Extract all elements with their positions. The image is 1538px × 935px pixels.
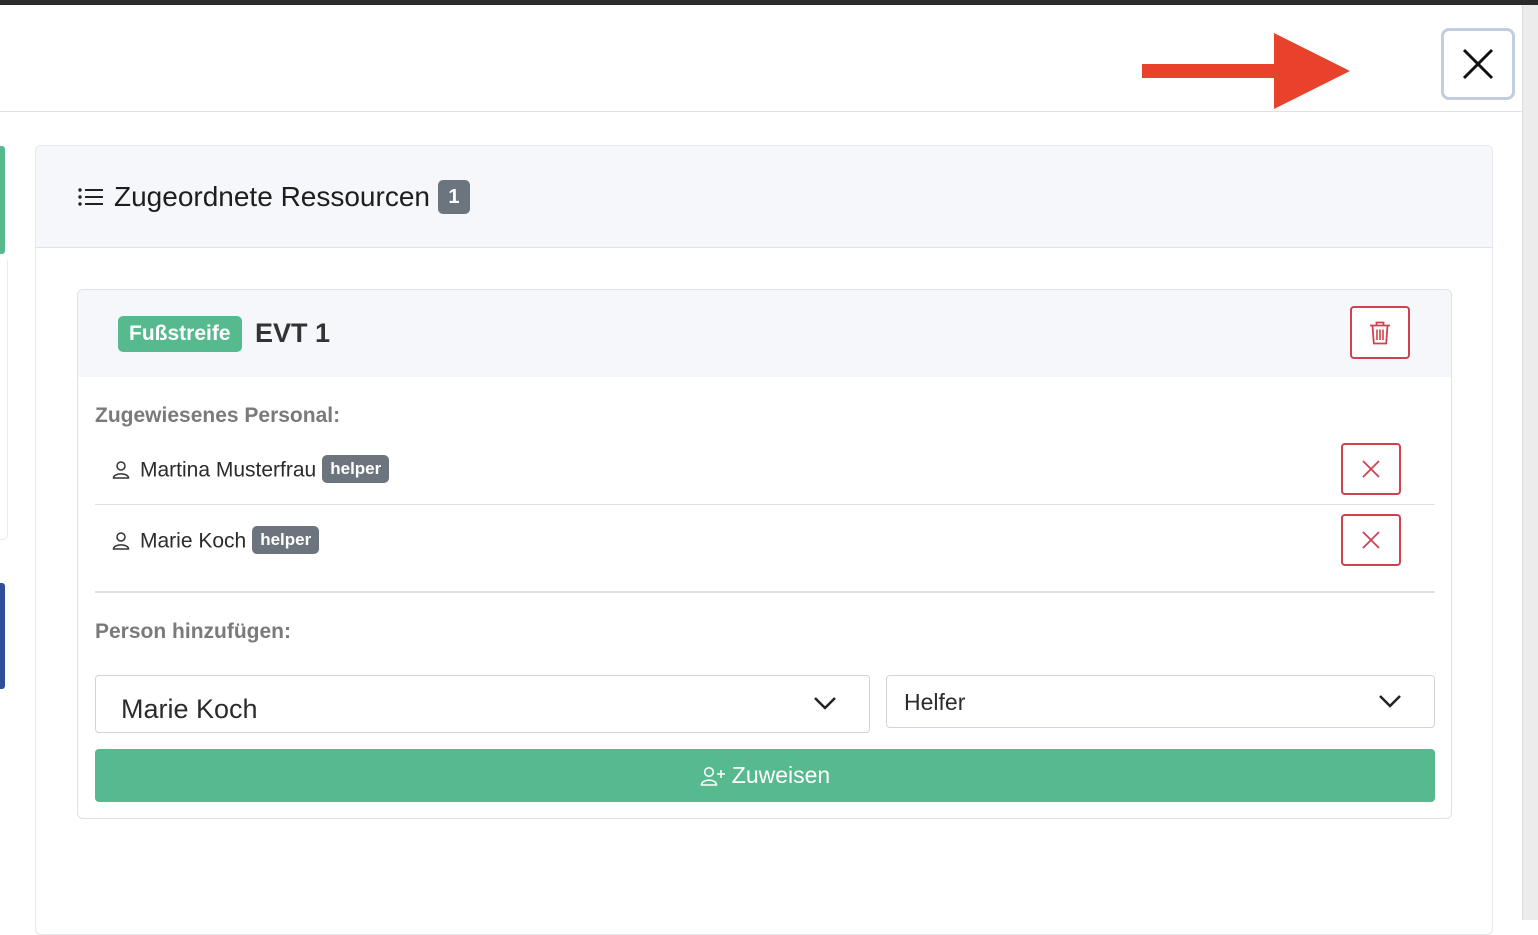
trash-icon xyxy=(1370,321,1390,344)
list-icon xyxy=(78,187,103,206)
resource-count-badge: 1 xyxy=(437,179,470,214)
personnel-role-badge: helper xyxy=(252,526,320,554)
personnel-role-badge: helper xyxy=(322,455,390,483)
role-select[interactable]: Helfer xyxy=(886,675,1435,728)
background-card-edge xyxy=(0,146,5,254)
person-select[interactable]: Marie Koch xyxy=(95,675,870,733)
x-icon xyxy=(1362,531,1380,549)
scrollbar[interactable] xyxy=(1522,5,1538,920)
add-person-label: Person hinzufügen: xyxy=(95,620,291,643)
person-select-value: Marie Koch xyxy=(121,694,258,724)
personnel-row: Martina Musterfrau helper xyxy=(95,434,1435,505)
person-add-icon xyxy=(700,766,725,786)
x-icon xyxy=(1362,460,1380,478)
background-card-edge xyxy=(0,583,5,689)
background-card-edge xyxy=(0,260,8,540)
chevron-down-icon xyxy=(1379,695,1401,708)
resource-type-badge: Fußstreife xyxy=(118,316,242,352)
personnel-name-container: Marie Koch helper xyxy=(140,526,320,556)
person-icon xyxy=(112,461,130,479)
personnel-name-container: Martina Musterfrau helper xyxy=(140,455,390,485)
personnel-name: Martina Musterfrau xyxy=(140,458,317,482)
modal-header xyxy=(0,5,1522,112)
resource-header: Fußstreife EVT 1 xyxy=(78,290,1451,377)
section-divider xyxy=(95,591,1435,593)
chevron-down-icon xyxy=(814,697,836,710)
card-header: Zugeordnete Ressourcen 1 xyxy=(36,146,1492,248)
assign-button[interactable]: Zuweisen xyxy=(95,749,1435,802)
close-modal-button[interactable] xyxy=(1441,28,1515,100)
assign-button-label: Zuweisen xyxy=(731,762,831,788)
assigned-personnel-label: Zugewiesenes Personal: xyxy=(95,404,341,427)
role-select-value: Helfer xyxy=(904,689,966,715)
arrow-right-icon xyxy=(1142,33,1350,109)
delete-resource-button[interactable] xyxy=(1350,306,1410,359)
personnel-name: Marie Koch xyxy=(140,529,247,553)
close-icon xyxy=(1462,48,1494,80)
remove-personnel-button[interactable] xyxy=(1341,514,1401,566)
assigned-resources-card: Zugeordnete Ressourcen 1 Fußstreife EVT … xyxy=(35,145,1493,935)
remove-personnel-button[interactable] xyxy=(1341,443,1401,495)
resource-item: Fußstreife EVT 1 Zugewiesenes Personal: … xyxy=(77,289,1452,819)
resource-name: EVT 1 xyxy=(255,318,331,348)
person-icon xyxy=(112,532,130,550)
card-title: Zugeordnete Ressourcen xyxy=(114,180,430,212)
personnel-row: Marie Koch helper xyxy=(95,505,1435,576)
